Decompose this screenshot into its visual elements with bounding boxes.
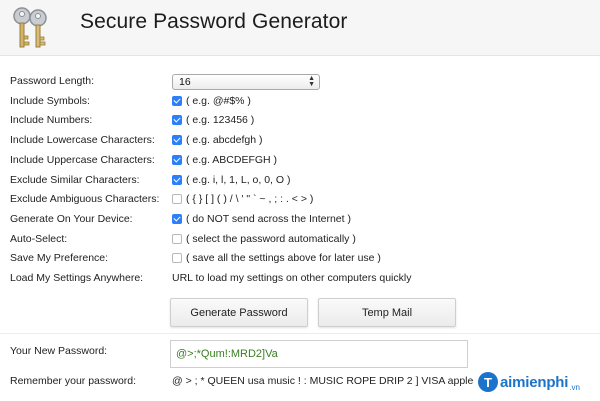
- option-save-preference: Save My Preference: ( save all the setti…: [0, 251, 600, 270]
- new-password-label: Your New Password:: [10, 345, 108, 357]
- include-lowercase-checkbox[interactable]: [172, 135, 182, 145]
- option-hint: ( do NOT send across the Internet ): [186, 213, 351, 225]
- option-hint: ( e.g. i, l, 1, L, o, 0, O ): [186, 174, 291, 186]
- divider: [0, 333, 600, 334]
- password-length-select[interactable]: 16 ▲ ▼: [172, 74, 320, 90]
- option-label: Generate On Your Device:: [10, 213, 133, 225]
- option-label: Exclude Ambiguous Characters:: [10, 193, 160, 205]
- option-hint: ( select the password automatically ): [186, 233, 356, 245]
- include-symbols-checkbox[interactable]: [172, 96, 182, 106]
- new-password-field[interactable]: @>;*Qum!:MRD2]Va: [170, 340, 468, 368]
- option-hint: ( e.g. @#$% ): [186, 95, 251, 107]
- load-settings-link[interactable]: URL to load my settings on other compute…: [172, 272, 411, 284]
- watermark-logo: T aimienphi .vn: [478, 368, 586, 396]
- include-numbers-checkbox[interactable]: [172, 115, 182, 125]
- option-hint: ( save all the settings above for later …: [186, 252, 381, 264]
- option-label: Auto-Select:: [10, 233, 68, 245]
- option-exclude-ambiguous: Exclude Ambiguous Characters: ( { } [ ] …: [0, 192, 600, 211]
- option-hint: ( { } [ ] ( ) / \ ' " ` ~ , ; : . < > ): [186, 193, 314, 205]
- option-include-symbols: Include Symbols: ( e.g. @#$% ): [0, 94, 600, 113]
- option-label: Exclude Similar Characters:: [10, 174, 140, 186]
- remember-value: @ > ; * QUEEN usa music ! : MUSIC ROPE D…: [172, 375, 474, 387]
- app-header: Secure Password Generator: [0, 0, 600, 56]
- watermark-text: aimienphi: [500, 373, 569, 391]
- option-hint: ( e.g. ABCDEFGH ): [186, 154, 278, 166]
- include-uppercase-checkbox[interactable]: [172, 155, 182, 165]
- generate-on-device-checkbox[interactable]: [172, 214, 182, 224]
- watermark-suffix: .vn: [569, 382, 580, 392]
- option-label: Include Numbers:: [10, 114, 93, 126]
- select-arrows-icon: ▲ ▼: [308, 75, 315, 88]
- option-label: Save My Preference:: [10, 252, 109, 264]
- option-include-uppercase: Include Uppercase Characters: ( e.g. ABC…: [0, 153, 600, 172]
- option-label: Include Lowercase Characters:: [10, 134, 155, 146]
- generate-password-button[interactable]: Generate Password: [170, 298, 308, 327]
- remember-label: Remember your password:: [10, 375, 137, 387]
- option-hint: ( e.g. 123456 ): [186, 114, 255, 126]
- exclude-ambiguous-checkbox[interactable]: [172, 194, 182, 204]
- option-include-lowercase: Include Lowercase Characters: ( e.g. abc…: [0, 133, 600, 152]
- option-load-settings: Load My Settings Anywhere: URL to load m…: [0, 271, 600, 290]
- option-generate-on-device: Generate On Your Device: ( do NOT send a…: [0, 212, 600, 231]
- option-label: Include Symbols:: [10, 95, 90, 107]
- password-length-value: 16: [179, 76, 191, 88]
- exclude-similar-checkbox[interactable]: [172, 175, 182, 185]
- watermark-letter: T: [478, 372, 498, 392]
- option-auto-select: Auto-Select: ( select the password autom…: [0, 232, 600, 251]
- save-preference-checkbox[interactable]: [172, 253, 182, 263]
- auto-select-checkbox[interactable]: [172, 234, 182, 244]
- option-exclude-similar: Exclude Similar Characters: ( e.g. i, l,…: [0, 173, 600, 192]
- option-hint: ( e.g. abcdefgh ): [186, 134, 263, 146]
- keys-icon: [13, 7, 47, 48]
- password-length-label: Password Length:: [10, 75, 95, 87]
- temp-mail-button[interactable]: Temp Mail: [318, 298, 456, 327]
- option-include-numbers: Include Numbers: ( e.g. 123456 ): [0, 113, 600, 132]
- option-label: Include Uppercase Characters:: [10, 154, 155, 166]
- option-label: Load My Settings Anywhere:: [10, 272, 144, 284]
- page-title: Secure Password Generator: [80, 10, 348, 33]
